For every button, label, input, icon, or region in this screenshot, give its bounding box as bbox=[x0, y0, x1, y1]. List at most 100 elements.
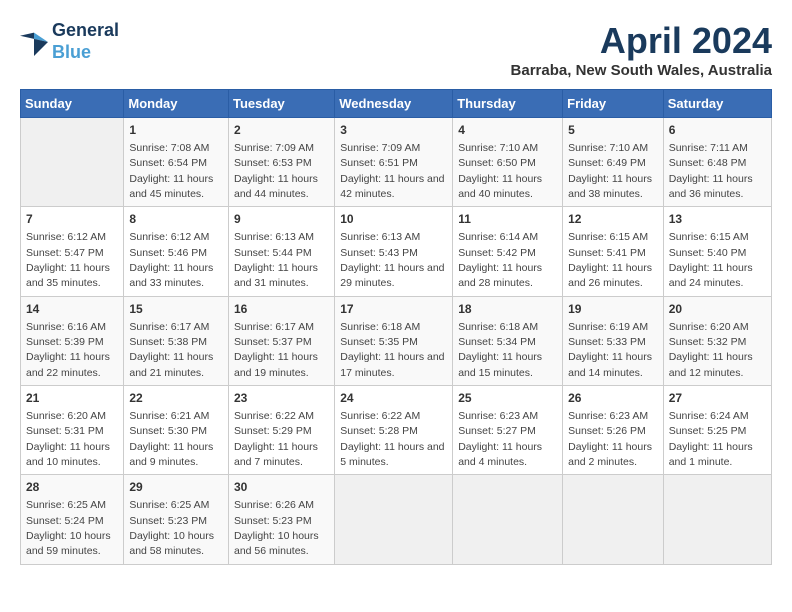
calendar-cell: 8 Sunrise: 6:12 AMSunset: 5:46 PMDaylight… bbox=[124, 207, 229, 296]
calendar-cell: 5Sunrise: 7:10 AMSunset: 6:49 PMDaylight… bbox=[563, 118, 664, 207]
calendar-cell: 3 Sunrise: 7:09 AMSunset: 6:51 PMDaylight… bbox=[335, 118, 453, 207]
calendar-cell: 14 Sunrise: 6:16 AMSunset: 5:39 PMDayligh… bbox=[21, 296, 124, 385]
week-row-2: 7 Sunrise: 6:12 AMSunset: 5:47 PMDaylight… bbox=[21, 207, 772, 296]
header-monday: Monday bbox=[124, 90, 229, 118]
calendar-cell: 7 Sunrise: 6:12 AMSunset: 5:47 PMDaylight… bbox=[21, 207, 124, 296]
day-info: Sunrise: 6:18 AMSunset: 5:35 PMDaylight:… bbox=[340, 321, 444, 379]
day-number: 7 bbox=[26, 211, 118, 228]
logo-icon bbox=[20, 28, 48, 56]
day-number: 11 bbox=[458, 211, 557, 228]
day-info: Sunrise: 7:11 AMSunset: 6:48 PMDaylight:… bbox=[669, 142, 753, 200]
header-tuesday: Tuesday bbox=[229, 90, 335, 118]
calendar-cell: 22Sunrise: 6:21 AMSunset: 5:30 PMDayligh… bbox=[124, 386, 229, 475]
day-number: 21 bbox=[26, 390, 118, 407]
day-info: Sunrise: 6:15 AMSunset: 5:40 PMDaylight:… bbox=[669, 231, 753, 289]
day-number: 17 bbox=[340, 301, 447, 318]
calendar-cell: 15 Sunrise: 6:17 AMSunset: 5:38 PMDayligh… bbox=[124, 296, 229, 385]
calendar-cell: 25Sunrise: 6:23 AMSunset: 5:27 PMDayligh… bbox=[453, 386, 563, 475]
day-number: 9 bbox=[234, 211, 329, 228]
calendar-cell: 2Sunrise: 7:09 AMSunset: 6:53 PMDaylight… bbox=[229, 118, 335, 207]
day-number: 22 bbox=[129, 390, 223, 407]
calendar-cell: 19 Sunrise: 6:19 AMSunset: 5:33 PMDayligh… bbox=[563, 296, 664, 385]
calendar-cell: 27 Sunrise: 6:24 AMSunset: 5:25 PMDayligh… bbox=[663, 386, 771, 475]
day-number: 13 bbox=[669, 211, 766, 228]
calendar-cell: 10Sunrise: 6:13 AMSunset: 5:43 PMDayligh… bbox=[335, 207, 453, 296]
logo: General Blue bbox=[20, 20, 119, 63]
day-number: 6 bbox=[669, 122, 766, 139]
day-info: Sunrise: 6:22 AMSunset: 5:28 PMDaylight:… bbox=[340, 410, 444, 468]
day-info: Sunrise: 6:15 AMSunset: 5:41 PMDaylight:… bbox=[568, 231, 652, 289]
week-row-4: 21 Sunrise: 6:20 AMSunset: 5:31 PMDayligh… bbox=[21, 386, 772, 475]
day-info: Sunrise: 7:10 AMSunset: 6:50 PMDaylight:… bbox=[458, 142, 542, 200]
header-friday: Friday bbox=[563, 90, 664, 118]
calendar-table: SundayMondayTuesdayWednesdayThursdayFrid… bbox=[20, 89, 772, 565]
day-number: 15 bbox=[129, 301, 223, 318]
day-info: Sunrise: 6:22 AMSunset: 5:29 PMDaylight:… bbox=[234, 410, 318, 468]
day-number: 16 bbox=[234, 301, 329, 318]
day-number: 8 bbox=[129, 211, 223, 228]
week-row-1: 1Sunrise: 7:08 AMSunset: 6:54 PMDaylight… bbox=[21, 118, 772, 207]
calendar-cell: 4 Sunrise: 7:10 AMSunset: 6:50 PMDaylight… bbox=[453, 118, 563, 207]
day-info: Sunrise: 6:24 AMSunset: 5:25 PMDaylight:… bbox=[669, 410, 753, 468]
calendar-cell: 20 Sunrise: 6:20 AMSunset: 5:32 PMDayligh… bbox=[663, 296, 771, 385]
day-number: 26 bbox=[568, 390, 658, 407]
calendar-cell: 9 Sunrise: 6:13 AMSunset: 5:44 PMDaylight… bbox=[229, 207, 335, 296]
calendar-cell: 1Sunrise: 7:08 AMSunset: 6:54 PMDaylight… bbox=[124, 118, 229, 207]
day-info: Sunrise: 6:23 AMSunset: 5:26 PMDaylight:… bbox=[568, 410, 652, 468]
calendar-cell: 23 Sunrise: 6:22 AMSunset: 5:29 PMDayligh… bbox=[229, 386, 335, 475]
day-number: 3 bbox=[340, 122, 447, 139]
week-row-5: 28Sunrise: 6:25 AMSunset: 5:24 PMDayligh… bbox=[21, 475, 772, 564]
subtitle: Barraba, New South Wales, Australia bbox=[511, 62, 772, 79]
day-info: Sunrise: 6:25 AMSunset: 5:23 PMDaylight:… bbox=[129, 499, 214, 557]
day-info: Sunrise: 6:14 AMSunset: 5:42 PMDaylight:… bbox=[458, 231, 542, 289]
day-number: 4 bbox=[458, 122, 557, 139]
calendar-cell: 24 Sunrise: 6:22 AMSunset: 5:28 PMDayligh… bbox=[335, 386, 453, 475]
calendar-header-row: SundayMondayTuesdayWednesdayThursdayFrid… bbox=[21, 90, 772, 118]
calendar-cell: 30Sunrise: 6:26 AMSunset: 5:23 PMDayligh… bbox=[229, 475, 335, 564]
day-info: Sunrise: 6:17 AMSunset: 5:37 PMDaylight:… bbox=[234, 321, 318, 379]
calendar-cell: 6 Sunrise: 7:11 AMSunset: 6:48 PMDaylight… bbox=[663, 118, 771, 207]
day-info: Sunrise: 6:12 AMSunset: 5:46 PMDaylight:… bbox=[129, 231, 213, 289]
day-info: Sunrise: 6:16 AMSunset: 5:39 PMDaylight:… bbox=[26, 321, 110, 379]
day-info: Sunrise: 7:10 AMSunset: 6:49 PMDaylight:… bbox=[568, 142, 652, 200]
day-number: 23 bbox=[234, 390, 329, 407]
day-number: 2 bbox=[234, 122, 329, 139]
calendar-cell: 17 Sunrise: 6:18 AMSunset: 5:35 PMDayligh… bbox=[335, 296, 453, 385]
day-number: 29 bbox=[129, 479, 223, 496]
day-info: Sunrise: 6:20 AMSunset: 5:32 PMDaylight:… bbox=[669, 321, 753, 379]
day-number: 14 bbox=[26, 301, 118, 318]
day-number: 19 bbox=[568, 301, 658, 318]
day-info: Sunrise: 7:08 AMSunset: 6:54 PMDaylight:… bbox=[129, 142, 213, 200]
day-info: Sunrise: 6:12 AMSunset: 5:47 PMDaylight:… bbox=[26, 231, 110, 289]
calendar-cell bbox=[453, 475, 563, 564]
month-title: April 2024 bbox=[511, 20, 772, 62]
day-number: 27 bbox=[669, 390, 766, 407]
calendar-cell bbox=[335, 475, 453, 564]
day-number: 30 bbox=[234, 479, 329, 496]
header-thursday: Thursday bbox=[453, 90, 563, 118]
calendar-cell bbox=[21, 118, 124, 207]
day-info: Sunrise: 6:20 AMSunset: 5:31 PMDaylight:… bbox=[26, 410, 110, 468]
calendar-cell: 26 Sunrise: 6:23 AMSunset: 5:26 PMDayligh… bbox=[563, 386, 664, 475]
calendar-cell: 29 Sunrise: 6:25 AMSunset: 5:23 PMDayligh… bbox=[124, 475, 229, 564]
header-sunday: Sunday bbox=[21, 90, 124, 118]
calendar-cell: 16 Sunrise: 6:17 AMSunset: 5:37 PMDayligh… bbox=[229, 296, 335, 385]
calendar-cell bbox=[663, 475, 771, 564]
day-number: 12 bbox=[568, 211, 658, 228]
calendar-cell: 11 Sunrise: 6:14 AMSunset: 5:42 PMDayligh… bbox=[453, 207, 563, 296]
day-number: 18 bbox=[458, 301, 557, 318]
calendar-cell: 18Sunrise: 6:18 AMSunset: 5:34 PMDayligh… bbox=[453, 296, 563, 385]
day-info: Sunrise: 6:25 AMSunset: 5:24 PMDaylight:… bbox=[26, 499, 111, 557]
calendar-cell bbox=[563, 475, 664, 564]
logo-text: General Blue bbox=[52, 20, 119, 63]
day-number: 25 bbox=[458, 390, 557, 407]
day-number: 20 bbox=[669, 301, 766, 318]
day-info: Sunrise: 6:13 AMSunset: 5:44 PMDaylight:… bbox=[234, 231, 318, 289]
day-number: 24 bbox=[340, 390, 447, 407]
day-info: Sunrise: 6:19 AMSunset: 5:33 PMDaylight:… bbox=[568, 321, 652, 379]
day-info: Sunrise: 7:09 AMSunset: 6:51 PMDaylight:… bbox=[340, 142, 444, 200]
calendar-cell: 28Sunrise: 6:25 AMSunset: 5:24 PMDayligh… bbox=[21, 475, 124, 564]
day-info: Sunrise: 6:13 AMSunset: 5:43 PMDaylight:… bbox=[340, 231, 444, 289]
header-wednesday: Wednesday bbox=[335, 90, 453, 118]
day-info: Sunrise: 6:17 AMSunset: 5:38 PMDaylight:… bbox=[129, 321, 213, 379]
